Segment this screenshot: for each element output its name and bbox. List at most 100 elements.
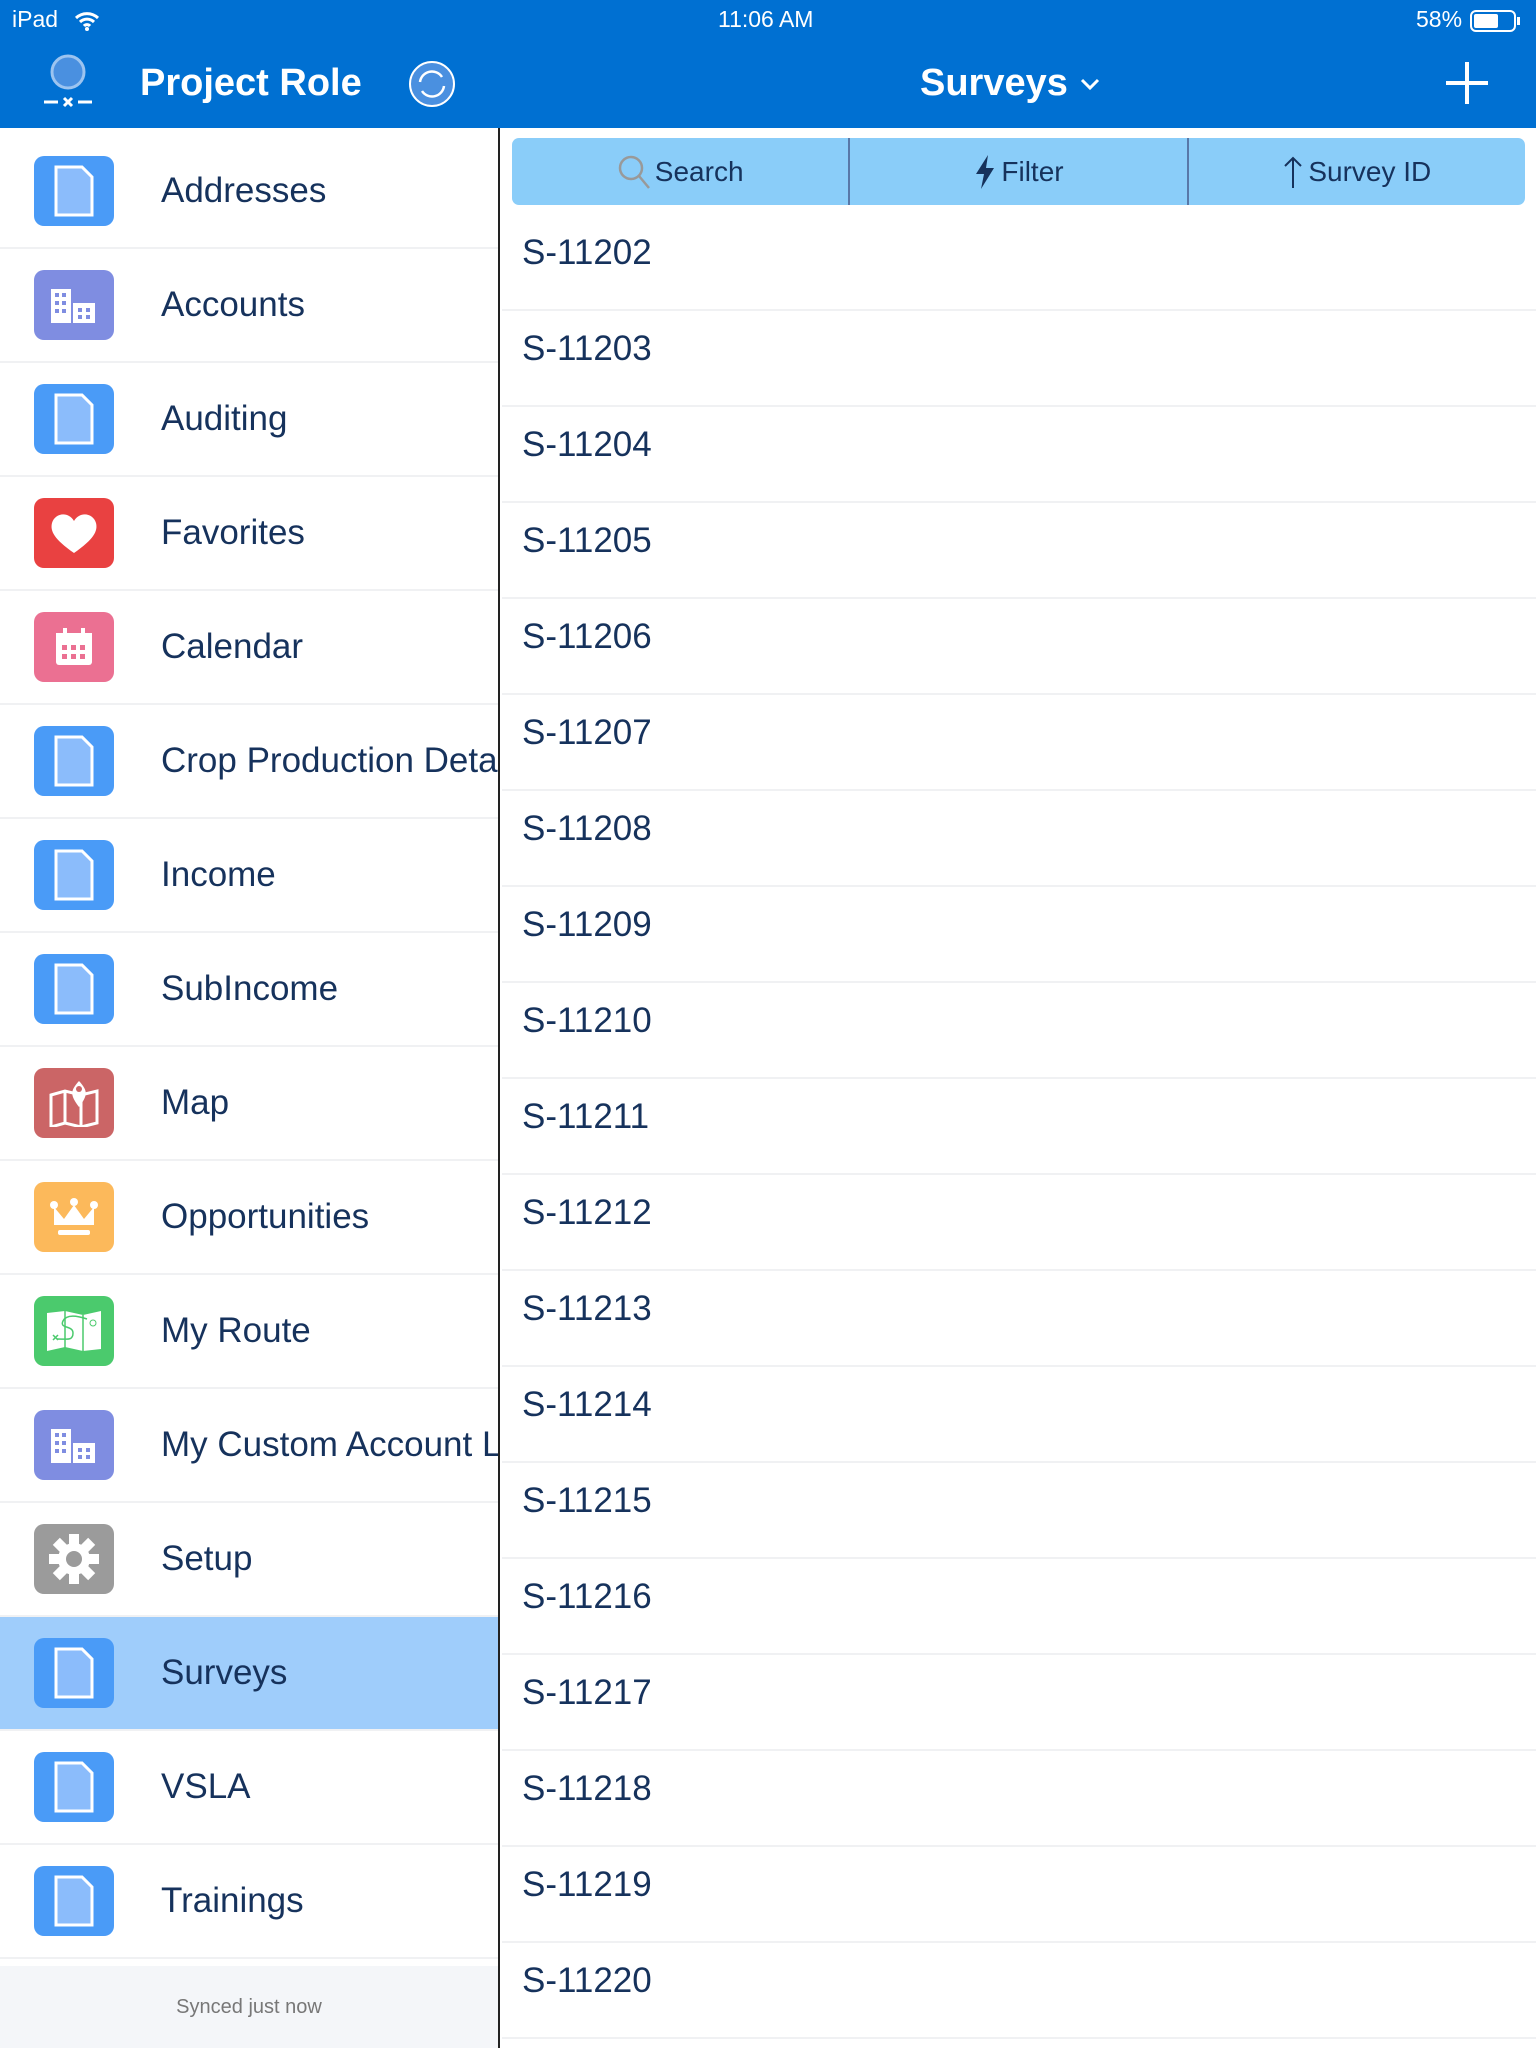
sidebar-item-income[interactable]: Income <box>0 819 498 933</box>
sidebar-item-surveys[interactable]: Surveys <box>0 1617 498 1731</box>
list-item[interactable]: S-11220 <box>502 1943 1536 2039</box>
survey-id: S-11219 <box>522 1865 652 1904</box>
survey-id: S-11203 <box>522 329 652 368</box>
list-item[interactable]: S-11214 <box>502 1367 1536 1463</box>
sidebar-item-label: My Route <box>161 1311 311 1350</box>
survey-id: S-11209 <box>522 905 652 944</box>
sidebar-item-label: Favorites <box>161 513 305 552</box>
list-item[interactable]: S-11216 <box>502 1559 1536 1655</box>
document-icon <box>34 726 114 796</box>
globe-logo-icon[interactable] <box>38 54 98 112</box>
list-item[interactable]: S-11209 <box>502 887 1536 983</box>
sidebar-item-my-route[interactable]: My Route <box>0 1275 498 1389</box>
add-icon[interactable] <box>1444 60 1490 106</box>
list-item[interactable]: S-11202 <box>502 215 1536 311</box>
sidebar-item-opportunities[interactable]: Opportunities <box>0 1161 498 1275</box>
sync-icon[interactable] <box>408 60 456 108</box>
sidebar-item-label: Income <box>161 855 276 894</box>
survey-id: S-11216 <box>522 1577 652 1616</box>
sidebar-item-accounts[interactable]: Accounts <box>0 249 498 363</box>
sidebar-item-label: Opportunities <box>161 1197 370 1236</box>
crown-icon <box>34 1182 114 1252</box>
survey-id: S-11212 <box>522 1193 652 1232</box>
list-item[interactable]: S-11207 <box>502 695 1536 791</box>
list-item[interactable]: S-11211 <box>502 1079 1536 1175</box>
list-item[interactable]: S-11218 <box>502 1751 1536 1847</box>
sidebar-item-crop-production-details[interactable]: Crop Production Details <box>0 705 498 819</box>
list-item[interactable]: S-11203 <box>502 311 1536 407</box>
sidebar-item-calendar[interactable]: Calendar <box>0 591 498 705</box>
top-bar: iPad 11:06 AM 58% Project Role Surveys <box>0 0 1536 128</box>
clock: 11:06 AM <box>718 6 814 32</box>
sidebar-item-label: Trainings <box>161 1881 304 1920</box>
filter-label: Filter <box>1001 155 1064 187</box>
sidebar-item-label: My Custom Account List <box>161 1425 498 1464</box>
list-item[interactable]: S-11210 <box>502 983 1536 1079</box>
sidebar-item-setup[interactable]: Setup <box>0 1503 498 1617</box>
sidebar-item-label: Map <box>161 1083 230 1122</box>
building-icon <box>34 270 114 340</box>
document-icon <box>34 840 114 910</box>
sidebar-item-favorites[interactable]: Favorites <box>0 477 498 591</box>
sidebar-item-my-custom-account-list[interactable]: My Custom Account List <box>0 1389 498 1503</box>
list-item[interactable]: S-11205 <box>502 503 1536 599</box>
view-title: Surveys <box>920 62 1068 104</box>
document-icon <box>34 384 114 454</box>
lightning-icon <box>976 154 995 189</box>
list-item[interactable]: S-11212 <box>502 1175 1536 1271</box>
sidebar-item-label: Accounts <box>161 285 305 324</box>
list-item[interactable]: S-11213 <box>502 1271 1536 1367</box>
search-label: Search <box>654 155 744 187</box>
sidebar-item-map[interactable]: Map <box>0 1047 498 1161</box>
survey-id: S-11205 <box>522 521 652 560</box>
sidebar-item-label: SubIncome <box>161 969 339 1008</box>
list-item[interactable]: S-11208 <box>502 791 1536 887</box>
battery-icon <box>1470 10 1520 32</box>
survey-id: S-11206 <box>522 617 652 656</box>
survey-id: S-11208 <box>522 809 652 848</box>
view-switcher[interactable]: Surveys <box>920 62 1100 105</box>
sort-button[interactable]: Survey ID <box>1186 138 1525 205</box>
device-label: iPad <box>12 6 59 32</box>
sidebar-item-auditing[interactable]: Auditing <box>0 363 498 477</box>
survey-id: S-11213 <box>522 1289 652 1328</box>
survey-id: S-11215 <box>522 1481 652 1520</box>
document-icon <box>34 1638 114 1708</box>
sidebar-item-label: Crop Production Details <box>161 741 498 780</box>
sort-label: Survey ID <box>1308 155 1432 187</box>
document-icon <box>34 1866 114 1936</box>
list-item[interactable]: S-11206 <box>502 599 1536 695</box>
map-icon <box>34 1068 114 1138</box>
app-title: Project Role <box>140 62 362 104</box>
calendar-icon <box>34 612 114 682</box>
chevron-down-icon <box>1080 78 1099 90</box>
wifi-icon <box>74 12 100 31</box>
survey-id: S-11211 <box>522 1097 650 1136</box>
sidebar-item-label: Addresses <box>161 171 327 210</box>
list-toolbar: Search Filter Survey ID <box>512 138 1525 205</box>
survey-id: S-11220 <box>522 1961 652 2000</box>
document-icon <box>34 156 114 226</box>
sidebar-item-trainings[interactable]: Trainings <box>0 1845 498 1959</box>
sync-status: Synced just now <box>0 1966 498 2048</box>
route-icon <box>34 1296 114 1366</box>
heart-icon <box>34 498 114 568</box>
sidebar-item-addresses[interactable]: Addresses <box>0 135 498 249</box>
list-item[interactable]: S-11215 <box>502 1463 1536 1559</box>
battery-percent: 58% <box>1416 6 1463 32</box>
sidebar-item-label: Calendar <box>161 627 304 666</box>
sidebar-item-label: VSLA <box>161 1767 251 1806</box>
survey-id: S-11207 <box>522 713 652 752</box>
search-button[interactable]: Search <box>512 138 848 205</box>
sidebar-item-vsla[interactable]: VSLA <box>0 1731 498 1845</box>
survey-id: S-11204 <box>522 425 652 464</box>
filter-button[interactable]: Filter <box>848 138 1186 205</box>
list-item[interactable]: S-11219 <box>502 1847 1536 1943</box>
sidebar-item-subincome[interactable]: SubIncome <box>0 933 498 1047</box>
document-icon <box>34 1752 114 1822</box>
sidebar-item-label: Setup <box>161 1539 253 1578</box>
list-item[interactable]: S-11217 <box>502 1655 1536 1751</box>
survey-id: S-11202 <box>522 233 652 272</box>
list-item[interactable]: S-11204 <box>502 407 1536 503</box>
sidebar: Synced just now Addresses Accounts Auditin… <box>0 128 500 2048</box>
